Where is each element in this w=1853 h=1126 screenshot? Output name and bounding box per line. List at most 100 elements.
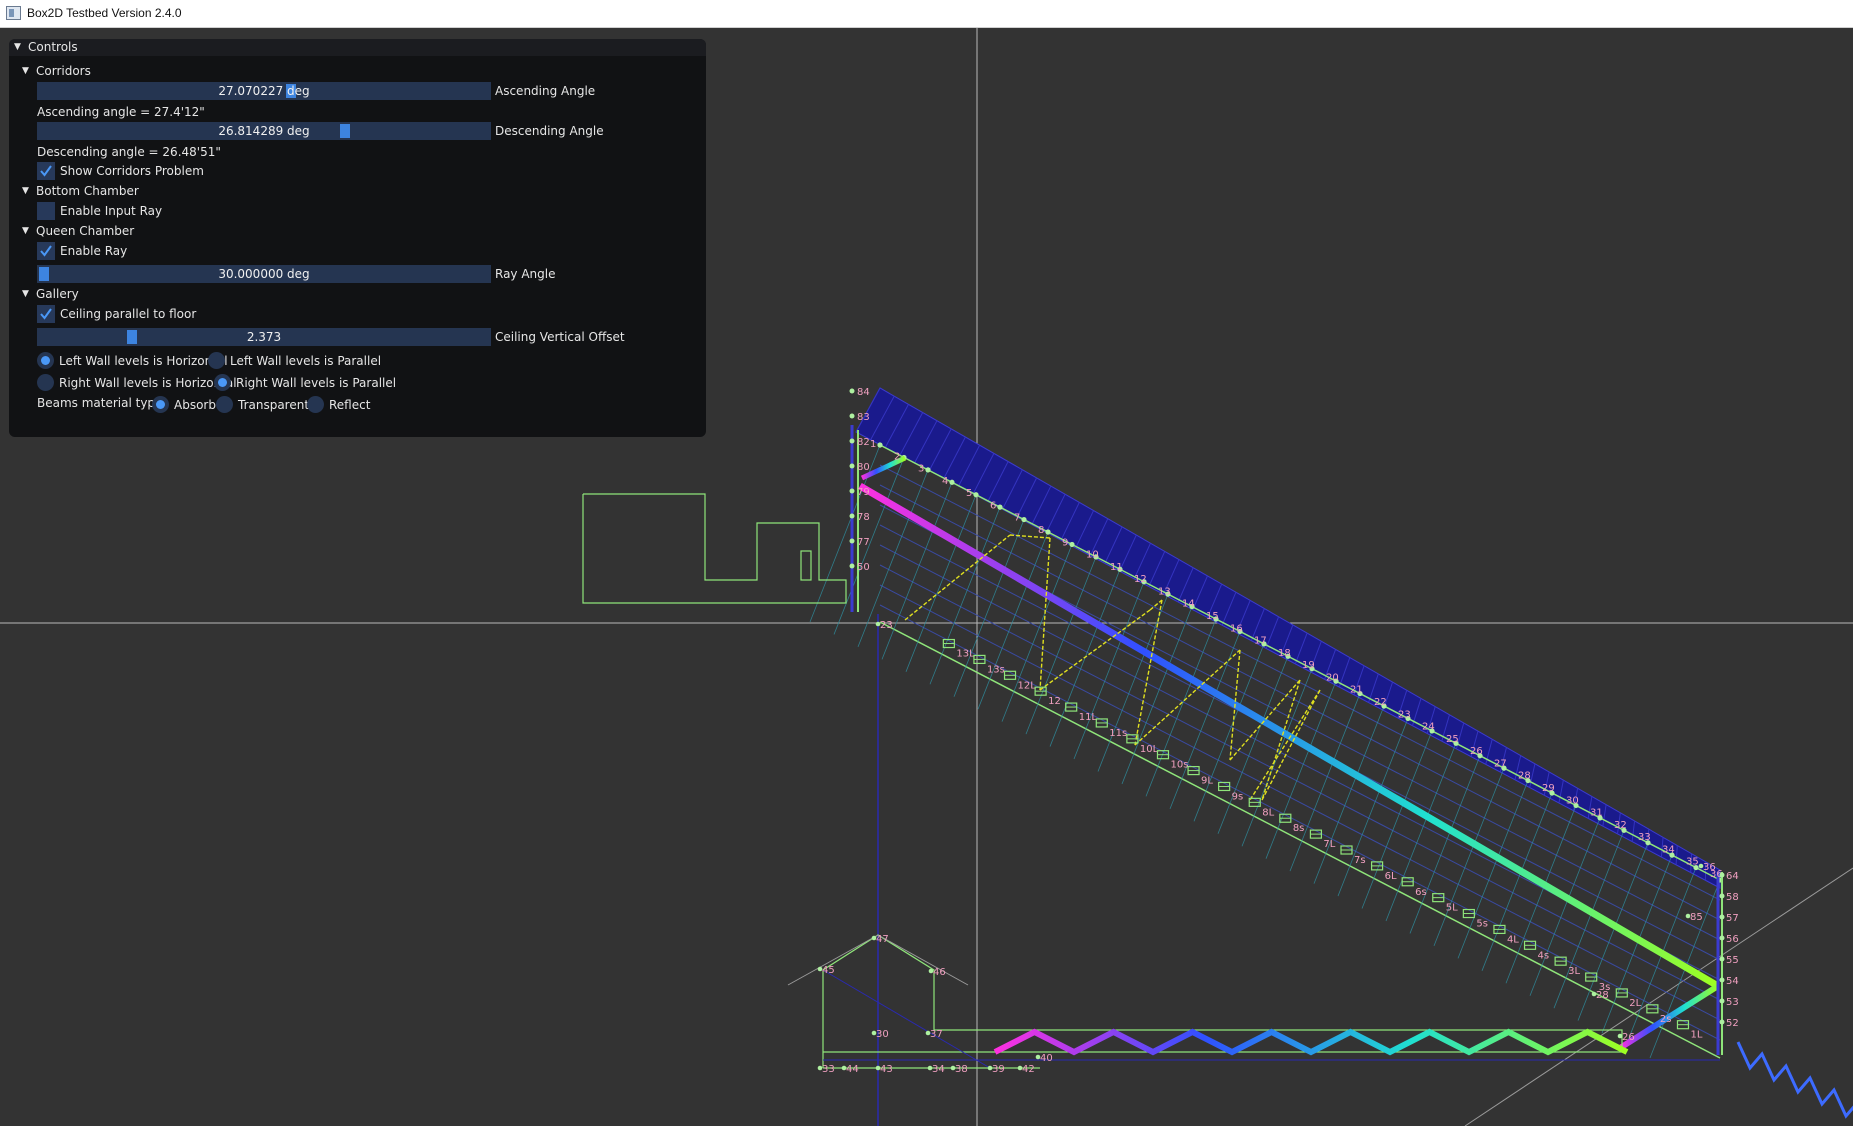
top-point-label: 24 (1422, 722, 1435, 733)
top-point-label: 29 (1542, 783, 1555, 794)
bottom-point-label: 45 (822, 965, 835, 976)
bottom-point-label: 34 (932, 1064, 945, 1075)
section-bottom-chamber[interactable]: Bottom Chamber (36, 184, 139, 198)
step-label: 6L (1385, 871, 1397, 882)
ceiling-offset-slider[interactable]: 2.373 (37, 328, 491, 346)
enable-ray-checkbox[interactable] (37, 242, 55, 260)
vertex-dot (849, 538, 855, 544)
section-queen-chamber[interactable]: Queen Chamber (36, 224, 134, 238)
bottom-point-label: 42 (1022, 1064, 1035, 1075)
top-point-label: 8 (1038, 525, 1044, 536)
vertex-dot (1069, 541, 1075, 548)
checkmark-icon (40, 308, 52, 320)
enable-input-ray-label: Enable Input Ray (60, 204, 163, 218)
vertex-dot (1719, 977, 1725, 983)
top-point-label: 17 (1254, 636, 1267, 647)
section-corridors[interactable]: Corridors (36, 64, 91, 78)
top-point-label: 10 (1086, 550, 1099, 561)
top-point-label: 11 (1110, 562, 1123, 573)
right-wall-horizontal-radio[interactable] (37, 374, 54, 391)
vertex-dot (1719, 998, 1725, 1004)
top-point-label: 13 (1158, 586, 1171, 597)
top-point-label: 2 (894, 451, 900, 462)
vertex-dot (1021, 516, 1027, 523)
top-point-label: 27 (1494, 758, 1507, 769)
beams-reflect-radio[interactable] (307, 396, 324, 413)
ray-angle-slider[interactable]: 30.000000 deg (37, 265, 491, 283)
bottom-point-label: 30 (876, 1029, 889, 1040)
vertex-dot (1719, 872, 1725, 878)
vertex-dot (1719, 914, 1725, 920)
ascending-angle-info: Ascending angle = 27.4'12" (37, 105, 205, 119)
step-label: 8L (1262, 807, 1274, 818)
top-point-label: 6 (990, 500, 996, 511)
right-wall-label: 57 (1726, 913, 1739, 924)
controls-header[interactable]: ▼ Controls (9, 39, 706, 56)
step-label: 2L (1629, 998, 1641, 1009)
left-wall-parallel-radio[interactable] (208, 352, 225, 369)
beams-transparent-radio[interactable] (216, 396, 233, 413)
top-point-label: 23 (1398, 709, 1411, 720)
gallery-arrow-icon[interactable]: ▼ (22, 289, 29, 299)
step-label: 11s (1109, 728, 1127, 739)
step-label: 2s (1660, 1014, 1672, 1025)
vertex-dot (1719, 956, 1725, 962)
enable-input-ray-checkbox[interactable] (37, 202, 55, 220)
queen-chamber-arrow-icon[interactable]: ▼ (22, 226, 29, 236)
vertex-dot (849, 388, 855, 394)
beams-absorb-label: Absorb (174, 398, 216, 412)
descending-angle-slider[interactable]: 26.814289 deg (37, 122, 491, 140)
top-point-label: 3 (918, 464, 924, 475)
ascending-angle-slider[interactable]: 27.070227 deg (37, 82, 491, 100)
ray-segment (1039, 537, 1051, 691)
rainbow-zigzag (993, 1028, 1629, 1056)
window-title: Box2D Testbed Version 2.4.0 (27, 6, 182, 20)
left-wall-label: 78 (857, 512, 870, 523)
queen-roof-left (787, 934, 879, 986)
vertex-dot (877, 442, 883, 448)
right-wall-label: 64 (1726, 871, 1739, 882)
left-wall-label: 77 (857, 537, 870, 548)
ceiling-offset-label: Ceiling Vertical Offset (495, 330, 625, 344)
controls-title: Controls (28, 40, 78, 54)
app-icon (6, 6, 21, 20)
slider-value: 2.373 (246, 330, 282, 344)
right-wall-horizontal-label: Right Wall levels is Horizontal (59, 376, 237, 390)
grid-line (879, 464, 1721, 901)
ray-segment (904, 534, 1011, 621)
step-label: 6s (1415, 887, 1427, 898)
step-label: 4s (1538, 950, 1550, 961)
top-point-label: 1 (870, 439, 876, 450)
show-corridors-problem-checkbox[interactable] (37, 162, 55, 180)
left-wall-horizontal-radio[interactable] (37, 352, 54, 369)
beams-transparent-label: Transparent (238, 398, 310, 412)
bottom-point-label: 33 (822, 1064, 835, 1075)
top-point-label: 12 (1134, 574, 1147, 585)
step-label: 1L (1690, 1030, 1702, 1041)
left-wall-label: 82 (857, 437, 870, 448)
bottom-chamber-arrow-icon[interactable]: ▼ (22, 186, 29, 196)
queen-diagonal (822, 969, 991, 1069)
step-label: 5s (1476, 919, 1488, 930)
corridors-arrow-icon[interactable]: ▼ (22, 66, 29, 76)
right-wall-parallel-radio[interactable] (214, 374, 231, 391)
top-point-label: 9 (1062, 537, 1068, 548)
show-corridors-problem-label: Show Corridors Problem (60, 164, 204, 178)
collapse-arrow-icon[interactable]: ▼ (14, 42, 21, 52)
left-wall-label: 80 (857, 462, 870, 473)
step-label: 4L (1507, 934, 1519, 945)
top-point-label: 33 (1638, 832, 1651, 843)
beams-absorb-radio[interactable] (152, 396, 169, 413)
grid-line (879, 484, 1721, 921)
beams-material-label: Beams material type: (37, 396, 167, 410)
controls-panel[interactable]: ▼ Controls ▼ Corridors 27.070227 deg Asc… (9, 39, 706, 437)
bottom-point-label: 23 (880, 620, 893, 631)
ray-angle-label: Ray Angle (495, 267, 556, 281)
ray-segment (1134, 599, 1163, 746)
step-label: 10s (1170, 760, 1188, 771)
section-gallery[interactable]: Gallery (36, 287, 79, 301)
vertex-dot (849, 513, 855, 519)
right-wall-label: 56 (1726, 934, 1739, 945)
step-label: 8s (1293, 823, 1305, 834)
ceiling-parallel-checkbox[interactable] (37, 305, 55, 323)
